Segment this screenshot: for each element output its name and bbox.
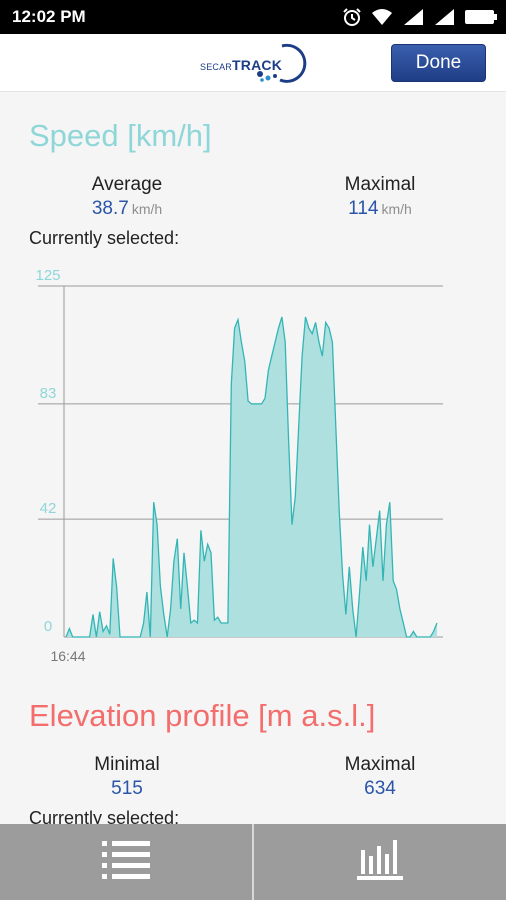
wifi-icon (371, 8, 393, 26)
speed-average-label: Average (91, 174, 163, 195)
signal-icon-2 (433, 8, 455, 26)
speed-average-unit: km/h (131, 201, 163, 217)
bar-chart-icon (357, 838, 403, 887)
statistics-scroll-area[interactable]: Speed [km/h] Average 38.7 km/h Maximal 11… (0, 92, 506, 824)
done-button[interactable]: Done (391, 44, 486, 82)
app-header: SECARTRACK Done (0, 34, 506, 92)
bottom-tab-bar (0, 824, 506, 900)
speed-maximal-stat: Maximal 114 km/h (295, 174, 465, 220)
speed-maximal-unit: km/h (381, 201, 412, 217)
speed-title: Speed [km/h] (29, 118, 212, 153)
elevation-selected-label: Currently selected: (29, 808, 180, 824)
elevation-minimal-label: Minimal (94, 754, 160, 775)
elevation-minimal-stat: Minimal 515 (42, 754, 212, 800)
status-icons (342, 6, 498, 28)
elevation-maximal-stat: Maximal 634 (295, 754, 465, 800)
speed-area (66, 316, 437, 637)
secartrack-logo: SECARTRACK (200, 42, 308, 84)
speed-average-value: 38.7 (91, 198, 129, 219)
status-bar: 12:02 PM (0, 0, 506, 34)
elevation-title: Elevation profile [m a.s.l.] (29, 698, 376, 733)
elevation-minimal-value: 515 (111, 778, 143, 799)
battery-icon (464, 9, 498, 25)
speed-chart[interactable]: 0 42 83 125 16:44 (0, 262, 506, 672)
alarm-icon (342, 7, 362, 27)
elevation-maximal-label: Maximal (344, 754, 416, 775)
y-tick-label: 83 (40, 385, 57, 402)
elevation-maximal-value: 634 (364, 778, 396, 799)
y-tick-label: 0 (44, 618, 52, 635)
y-tick-label: 42 (40, 500, 57, 517)
logo-main: TRACK (232, 57, 283, 73)
list-icon (102, 839, 150, 886)
speed-selected-label: Currently selected: (29, 228, 180, 248)
signal-icon (402, 8, 424, 26)
logo-prefix: SECAR (200, 62, 233, 72)
speed-maximal-value: 114 (348, 198, 379, 219)
tab-list[interactable] (0, 824, 252, 900)
speed-average-stat: Average 38.7 km/h (42, 174, 212, 220)
status-time: 12:02 PM (12, 7, 86, 26)
speed-maximal-label: Maximal (344, 174, 416, 195)
x-tick-label: 16:44 (50, 648, 85, 664)
logo-wordmark: SECARTRACK (200, 57, 282, 73)
tab-statistics[interactable] (254, 824, 506, 900)
y-tick-label: 125 (35, 267, 60, 284)
